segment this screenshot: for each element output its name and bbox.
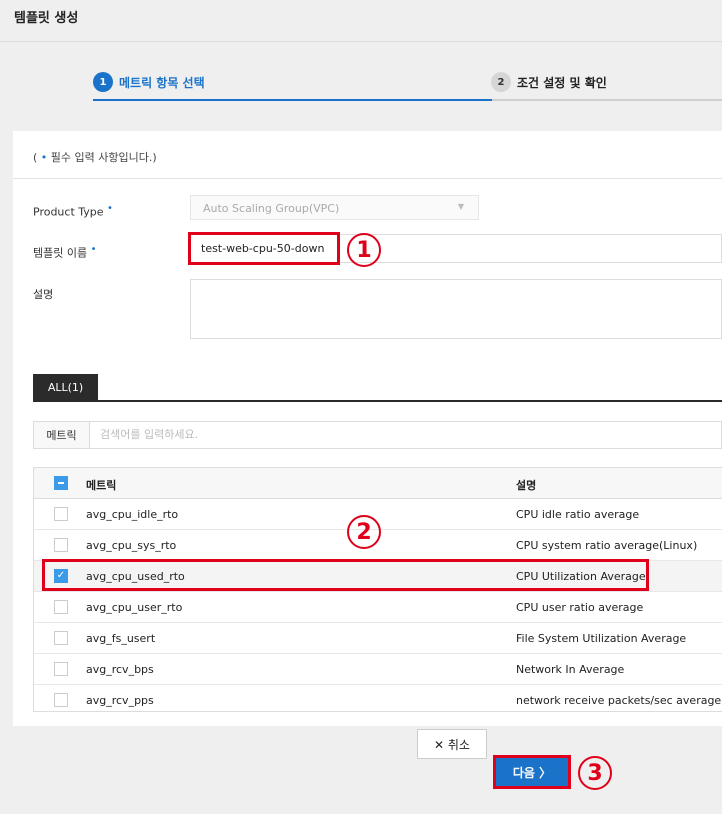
required-dot-icon: • bbox=[107, 203, 113, 214]
table-row[interactable]: avg_rcv_pps network receive packets/sec … bbox=[34, 685, 722, 711]
annotation-circle-3: 3 bbox=[578, 756, 612, 790]
row-description: Network In Average bbox=[516, 663, 625, 676]
form-panel: ( • 필수 입력 사항입니다.) Product Type • Auto Sc… bbox=[13, 131, 722, 726]
row-metric: avg_rcv_bps bbox=[86, 663, 154, 676]
step-1-progress-bar bbox=[93, 99, 492, 101]
annotation-circle-1: 1 bbox=[347, 233, 381, 267]
search-category-label: 메트릭 bbox=[33, 421, 90, 449]
table-row[interactable]: avg_rcv_bps Network In Average bbox=[34, 654, 722, 685]
header-description: 설명 bbox=[516, 479, 537, 492]
step-1-label: 메트릭 항목 선택 bbox=[119, 75, 205, 90]
product-type-label: Product Type • bbox=[33, 203, 113, 219]
highlight-box-next bbox=[493, 755, 571, 789]
table-row[interactable]: avg_cpu_user_rto CPU user ratio average bbox=[34, 592, 722, 623]
panel-divider bbox=[13, 178, 722, 179]
table-row[interactable]: avg_fs_usert File System Utilization Ave… bbox=[34, 623, 722, 654]
description-label: 설명 bbox=[33, 288, 54, 301]
row-metric: avg_rcv_pps bbox=[86, 694, 154, 707]
step-2-label: 조건 설정 및 확인 bbox=[517, 75, 607, 90]
row-description: File System Utilization Average bbox=[516, 632, 687, 645]
product-type-value: Auto Scaling Group(VPC) bbox=[203, 202, 340, 215]
highlight-box-name bbox=[188, 232, 340, 265]
template-name-label: 템플릿 이름 • bbox=[33, 244, 97, 261]
description-textarea[interactable] bbox=[190, 279, 722, 339]
row-checkbox[interactable] bbox=[54, 600, 68, 614]
row-checkbox[interactable] bbox=[54, 631, 68, 645]
step-1-number: 1 bbox=[93, 72, 113, 92]
required-note-text: 필수 입력 사항입니다.) bbox=[47, 151, 157, 164]
row-checkbox[interactable] bbox=[54, 662, 68, 676]
step-1: 1 메트릭 항목 선택 bbox=[93, 71, 205, 93]
product-type-label-text: Product Type bbox=[33, 205, 104, 219]
template-name-label-text: 템플릿 이름 bbox=[33, 246, 88, 260]
header-metric: 메트릭 bbox=[86, 479, 117, 492]
step-2: 2 조건 설정 및 확인 bbox=[491, 71, 607, 93]
required-note: ( • 필수 입력 사항입니다.) bbox=[33, 149, 157, 165]
row-description: CPU system ratio average(Linux) bbox=[516, 539, 698, 552]
row-metric: avg_cpu_idle_rto bbox=[86, 508, 179, 521]
page-title: 템플릿 생성 bbox=[14, 11, 79, 26]
row-metric: avg_fs_usert bbox=[86, 632, 156, 645]
tab-all[interactable]: ALL(1) bbox=[33, 374, 98, 401]
cancel-button[interactable]: ✕ 취소 bbox=[417, 729, 487, 759]
required-dot-icon: • bbox=[90, 244, 97, 255]
highlight-box-row bbox=[42, 559, 649, 591]
row-description: network receive packets/sec average bbox=[516, 694, 722, 707]
step-2-number: 2 bbox=[491, 72, 511, 92]
select-all-checkbox[interactable] bbox=[54, 476, 68, 490]
title-divider bbox=[0, 41, 722, 42]
row-checkbox[interactable] bbox=[54, 538, 68, 552]
row-description: CPU user ratio average bbox=[516, 601, 644, 614]
required-note-open: ( bbox=[33, 151, 38, 164]
chevron-down-icon: ▼ bbox=[457, 202, 464, 211]
search-input[interactable]: 검색어를 입력하세요. bbox=[89, 421, 722, 449]
row-metric: avg_cpu_sys_rto bbox=[86, 539, 177, 552]
tab-underline bbox=[33, 400, 722, 402]
product-type-select[interactable]: Auto Scaling Group(VPC) ▼ bbox=[190, 195, 479, 220]
row-checkbox[interactable] bbox=[54, 693, 68, 707]
step-2-progress-bar bbox=[492, 99, 722, 101]
table-header: 메트릭 설명 bbox=[34, 468, 722, 499]
annotation-circle-2: 2 bbox=[347, 515, 381, 549]
row-metric: avg_cpu_user_rto bbox=[86, 601, 183, 614]
row-description: CPU idle ratio average bbox=[516, 508, 640, 521]
row-checkbox[interactable] bbox=[54, 507, 68, 521]
